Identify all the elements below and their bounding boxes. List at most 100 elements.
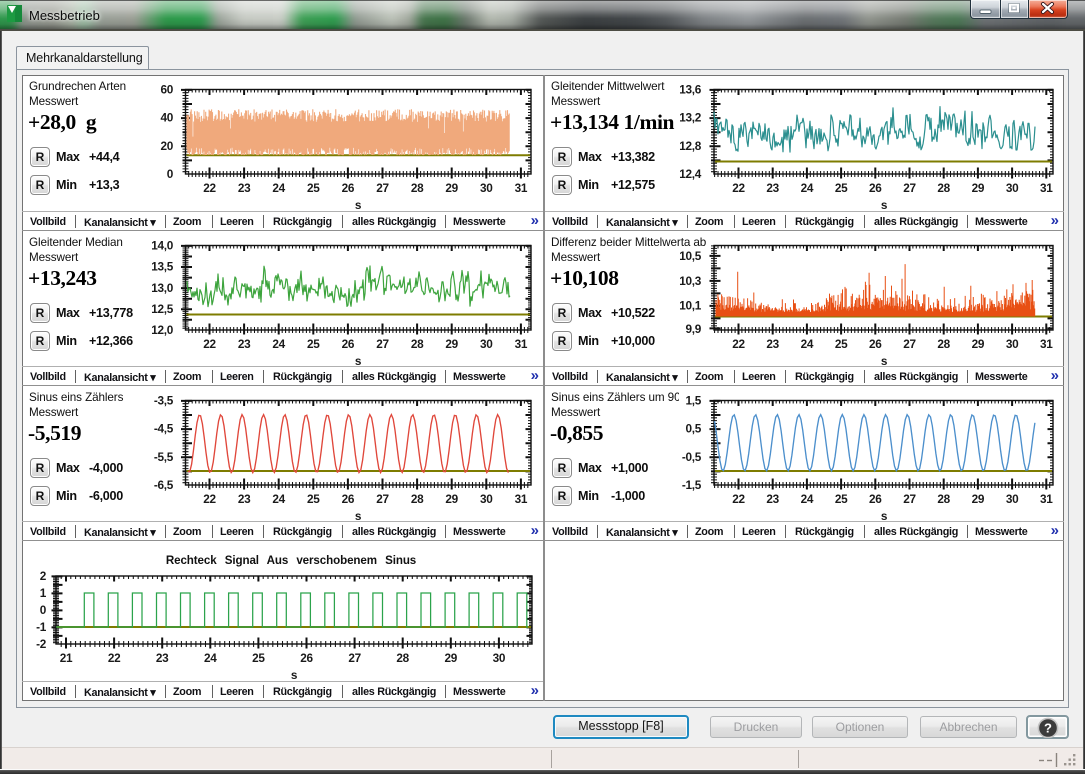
svg-text:10,5: 10,5: [679, 249, 701, 263]
svg-text:27: 27: [376, 337, 389, 351]
svg-text:31: 31: [1040, 181, 1053, 195]
svg-text:25: 25: [307, 181, 320, 195]
svg-text:30: 30: [480, 492, 493, 506]
svg-text:24: 24: [272, 337, 285, 351]
svg-text:27: 27: [348, 651, 361, 665]
svg-text:13,0: 13,0: [151, 281, 173, 295]
svg-text:26: 26: [869, 492, 882, 506]
svg-text:s: s: [881, 198, 888, 212]
svg-text:30: 30: [1006, 492, 1019, 506]
svg-text:24: 24: [204, 651, 217, 665]
svg-text:26: 26: [869, 181, 882, 195]
svg-text:31: 31: [515, 492, 528, 506]
svg-text:14,0: 14,0: [151, 239, 173, 253]
svg-text:-4,5: -4,5: [154, 422, 174, 436]
svg-text:22: 22: [732, 492, 745, 506]
svg-text:1: 1: [40, 586, 47, 600]
svg-text:-3,5: -3,5: [154, 394, 174, 408]
svg-text:-5,5: -5,5: [154, 450, 174, 464]
svg-text:26: 26: [342, 337, 355, 351]
svg-text:26: 26: [342, 492, 355, 506]
svg-text:9,9: 9,9: [686, 322, 702, 336]
svg-text:25: 25: [835, 181, 848, 195]
svg-text:23: 23: [238, 492, 251, 506]
svg-text:26: 26: [300, 651, 313, 665]
svg-text:28: 28: [411, 337, 424, 351]
svg-text:31: 31: [1040, 337, 1053, 351]
svg-text:-1: -1: [36, 620, 47, 634]
svg-text:25: 25: [835, 492, 848, 506]
svg-text:12,4: 12,4: [679, 167, 701, 181]
svg-text:29: 29: [445, 181, 458, 195]
svg-text:29: 29: [972, 181, 985, 195]
svg-text:13,6: 13,6: [679, 83, 701, 97]
svg-text:0,5: 0,5: [686, 422, 702, 436]
svg-text:20: 20: [160, 139, 173, 153]
svg-text:22: 22: [732, 181, 745, 195]
svg-text:25: 25: [307, 492, 320, 506]
svg-text:22: 22: [732, 337, 745, 351]
svg-text:27: 27: [903, 181, 916, 195]
svg-text:28: 28: [411, 181, 424, 195]
svg-text:29: 29: [445, 651, 458, 665]
svg-text:27: 27: [903, 337, 916, 351]
svg-text:24: 24: [272, 492, 285, 506]
svg-text:10,1: 10,1: [679, 299, 701, 313]
svg-text:30: 30: [480, 181, 493, 195]
svg-text:-0,5: -0,5: [682, 450, 702, 464]
svg-text:27: 27: [903, 492, 916, 506]
svg-text:22: 22: [203, 492, 216, 506]
svg-text:26: 26: [869, 337, 882, 351]
svg-text:31: 31: [515, 181, 528, 195]
svg-text:s: s: [355, 198, 362, 212]
svg-text:29: 29: [972, 492, 985, 506]
svg-text:27: 27: [376, 181, 389, 195]
svg-text:25: 25: [835, 337, 848, 351]
svg-text:21: 21: [60, 651, 73, 665]
svg-text:30: 30: [480, 337, 493, 351]
svg-text:13,2: 13,2: [679, 111, 701, 125]
svg-text:13,5: 13,5: [151, 260, 173, 274]
svg-text:12,8: 12,8: [679, 139, 701, 153]
svg-text:24: 24: [801, 337, 814, 351]
svg-text:12,5: 12,5: [151, 302, 173, 316]
svg-text:25: 25: [307, 337, 320, 351]
svg-text:0: 0: [40, 603, 47, 617]
svg-text:27: 27: [376, 492, 389, 506]
svg-text:10,3: 10,3: [679, 274, 701, 288]
svg-text:28: 28: [411, 492, 424, 506]
svg-text:31: 31: [515, 337, 528, 351]
svg-text:23: 23: [238, 337, 251, 351]
svg-text:25: 25: [252, 651, 265, 665]
svg-text:60: 60: [160, 83, 173, 97]
svg-text:22: 22: [203, 337, 216, 351]
svg-text:28: 28: [937, 492, 950, 506]
svg-text:1,5: 1,5: [686, 394, 702, 408]
svg-text:23: 23: [766, 181, 779, 195]
svg-text:?: ?: [1044, 721, 1052, 736]
svg-text:28: 28: [937, 181, 950, 195]
svg-text:22: 22: [108, 651, 121, 665]
svg-text:31: 31: [1040, 492, 1053, 506]
svg-text:40: 40: [160, 111, 173, 125]
svg-text:s: s: [291, 668, 298, 682]
svg-text:30: 30: [1006, 181, 1019, 195]
svg-text:22: 22: [203, 181, 216, 195]
svg-text:29: 29: [445, 337, 458, 351]
svg-text:24: 24: [801, 492, 814, 506]
svg-text:-6,5: -6,5: [154, 478, 174, 492]
svg-text:28: 28: [937, 337, 950, 351]
svg-text:24: 24: [272, 181, 285, 195]
svg-text:28: 28: [396, 651, 409, 665]
svg-text:23: 23: [156, 651, 169, 665]
svg-text:26: 26: [342, 181, 355, 195]
svg-text:2: 2: [40, 569, 47, 583]
svg-text:-1,5: -1,5: [682, 478, 702, 492]
svg-text:29: 29: [445, 492, 458, 506]
svg-text:-2: -2: [36, 637, 47, 651]
svg-text:23: 23: [238, 181, 251, 195]
svg-text:12,0: 12,0: [151, 323, 173, 337]
svg-text:23: 23: [766, 337, 779, 351]
svg-text:23: 23: [766, 492, 779, 506]
svg-text:30: 30: [1006, 337, 1019, 351]
